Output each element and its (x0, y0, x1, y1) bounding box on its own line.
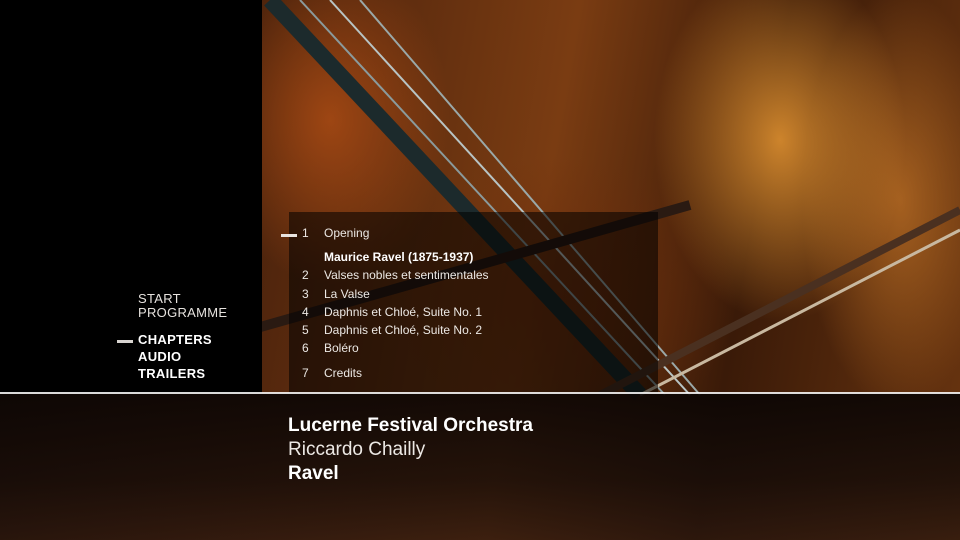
left-menu-panel (0, 0, 262, 393)
chapter-label: Daphnis et Chloé, Suite No. 2 (324, 323, 483, 337)
chapter-label: Boléro (324, 341, 359, 355)
menu-item-chapters[interactable]: CHAPTERS (138, 332, 212, 347)
menu-item-trailers[interactable]: TRAILERS (138, 366, 205, 381)
chapter-selection-indicator (281, 234, 297, 237)
chapter-number: 5 (302, 323, 309, 337)
chapter-label: Daphnis et Chloé, Suite No. 1 (324, 305, 483, 319)
chapter-label: Credits (324, 366, 363, 380)
divider-line (0, 392, 960, 394)
menu-item-audio[interactable]: AUDIO (138, 349, 181, 364)
orchestra-name: Lucerne Festival Orchestra (288, 415, 533, 436)
composer-title: Ravel (288, 463, 339, 484)
chapter-number: 6 (302, 341, 309, 355)
disc-title-block: Lucerne Festival Orchestra Riccardo Chai… (288, 414, 533, 486)
chapter-number: 7 (302, 366, 309, 380)
menu-item-programme[interactable]: PROGRAMME (138, 305, 227, 320)
composer-name: Maurice Ravel (1875-1937) (324, 250, 474, 264)
chapter-number: 4 (302, 305, 309, 319)
conductor-name: Riccardo Chailly (288, 439, 426, 460)
chapter-number: 2 (302, 268, 309, 282)
menu-item-start[interactable]: START (138, 291, 181, 306)
chapter-label: La Valse (324, 287, 370, 301)
menu-selection-indicator (117, 340, 133, 343)
chapter-label: Opening (324, 226, 370, 240)
chapter-label: Valses nobles et sentimentales (324, 268, 489, 282)
chapter-number: 3 (302, 287, 309, 301)
chapter-number: 1 (302, 226, 309, 240)
